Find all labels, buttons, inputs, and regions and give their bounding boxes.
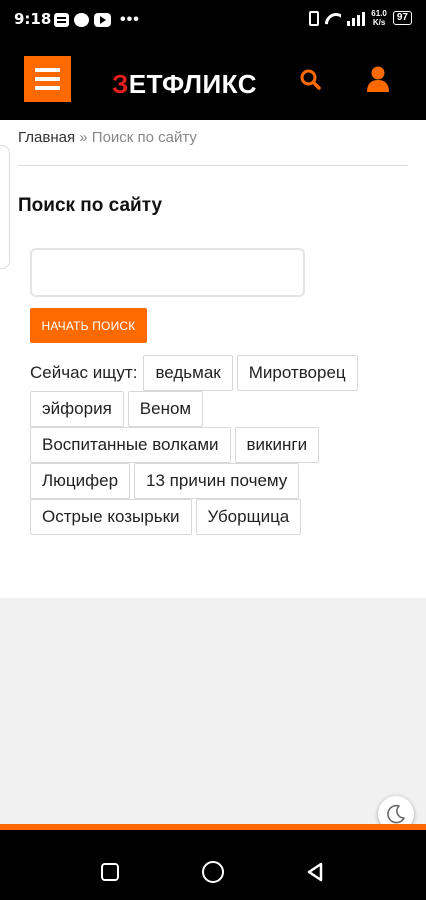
user-icon[interactable] (366, 66, 390, 92)
search-input[interactable] (30, 248, 305, 297)
document-icon (54, 13, 69, 27)
more-notifications-icon: ••• (120, 11, 140, 28)
search-tag[interactable]: Уборщица (195, 499, 302, 535)
network-speed: 61.0 K/s (371, 9, 387, 27)
status-bar: 9:18 ••• 61.0 K/s 97 (0, 0, 426, 38)
breadcrumb-home-link[interactable]: Главная (18, 129, 75, 146)
divider (18, 165, 408, 166)
battery-icon: 97 (392, 11, 412, 25)
popular-searches: Сейчас ищут: ведьмак Миротворец эйфория … (30, 355, 390, 535)
logo-text: ЕТФЛИКС (128, 69, 257, 99)
search-tag[interactable]: Воспитанные волками (30, 427, 231, 463)
speed-unit: K/s (372, 18, 386, 27)
status-time: 9:18 (14, 10, 52, 28)
site-logo[interactable]: ЗЕТФЛИКС (112, 69, 257, 100)
page-title: Поиск по сайту (18, 195, 163, 216)
popular-searches-label: Сейчас ищут: (30, 363, 138, 382)
site-header: ЗЕТФЛИКС (0, 38, 426, 120)
search-tag[interactable]: Веном (127, 391, 204, 427)
wifi-icon (325, 11, 341, 25)
search-tag[interactable]: викинги (234, 427, 320, 463)
search-tag[interactable]: Миротворец (236, 355, 358, 391)
moon-icon (387, 804, 405, 824)
vibrate-icon (309, 10, 320, 26)
system-icons: 61.0 K/s 97 (309, 9, 412, 27)
menu-button[interactable] (24, 56, 71, 102)
home-icon[interactable] (202, 861, 224, 883)
start-search-button[interactable]: НАЧАТЬ ПОИСК (30, 308, 147, 343)
search-tag[interactable]: эйфория (30, 391, 124, 427)
recent-apps-icon[interactable] (101, 863, 119, 881)
search-tag[interactable]: Острые козырьки (30, 499, 192, 535)
message-icon (74, 13, 89, 27)
breadcrumb-current: Поиск по сайту (91, 129, 197, 146)
footer-area (0, 598, 426, 824)
breadcrumb-separator: » (75, 129, 92, 146)
back-icon[interactable] (305, 862, 325, 882)
screen: 9:18 ••• 61.0 K/s 97 ЗЕТФЛИКС Главная » … (0, 0, 426, 900)
breadcrumb: Главная » Поиск по сайту (18, 129, 197, 146)
search-tag[interactable]: ведьмак (143, 355, 233, 391)
search-tag[interactable]: Люцифер (30, 463, 131, 499)
main-content: Главная » Поиск по сайту Поиск по сайту … (0, 120, 426, 598)
side-drawer-handle[interactable] (0, 145, 10, 269)
notification-icons: ••• (54, 11, 140, 29)
system-nav-bar (0, 830, 426, 900)
logo-letter: З (112, 69, 129, 99)
search-tag[interactable]: 13 причин почему (134, 463, 300, 499)
youtube-icon (94, 13, 111, 27)
hamburger-icon (35, 68, 60, 72)
speed-value: 61.0 (371, 9, 387, 18)
search-icon[interactable] (300, 69, 321, 90)
signal-icon (347, 11, 366, 26)
